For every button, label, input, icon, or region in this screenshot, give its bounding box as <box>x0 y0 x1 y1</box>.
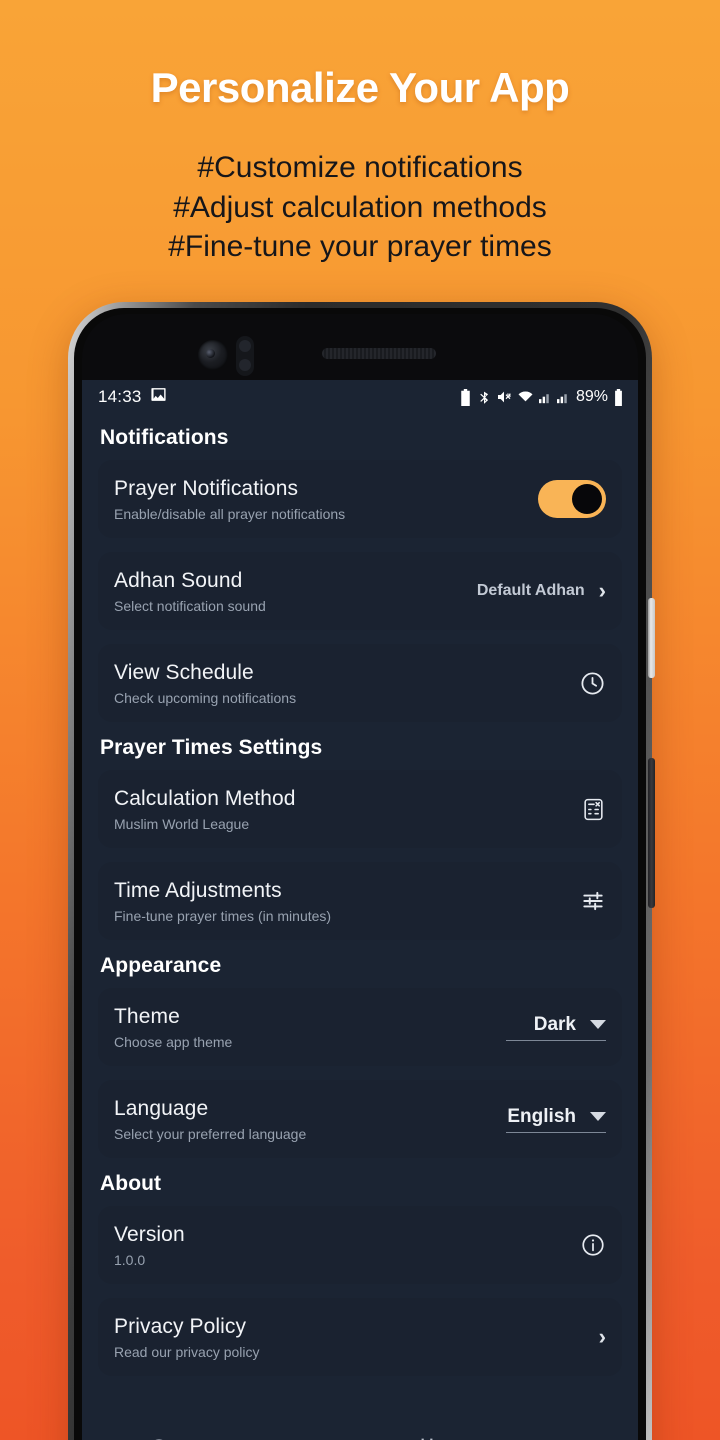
battery-icon <box>613 388 624 406</box>
phone-mockup: 14:33 89% Notifications Prayer Notificat… <box>68 302 655 1440</box>
setting-row-language[interactable]: Language Select your preferred language … <box>98 1080 622 1158</box>
nav-item-settings[interactable]: Settings <box>494 1437 628 1440</box>
section-title-about: About <box>100 1172 162 1195</box>
setting-row-adhan-sound[interactable]: Adhan Sound Select notification sound De… <box>98 552 622 630</box>
image-icon <box>150 386 167 408</box>
setting-title: Version <box>114 1222 185 1246</box>
setting-row-text: Version 1.0.0 <box>114 1223 185 1268</box>
setting-row-text: Theme Choose app theme <box>114 1005 232 1050</box>
setting-row-control: Default Adhan › <box>477 580 606 602</box>
setting-subtitle: Check upcoming notifications <box>114 689 297 706</box>
setting-row-time-adjustments[interactable]: Time Adjustments Fine-tune prayer times … <box>98 862 622 940</box>
setting-title: Theme <box>114 1004 180 1028</box>
bottom-navigation: Prayer Times Qibla Calendar <box>82 1420 638 1440</box>
promo-feature-line: #Adjust calculation methods <box>173 190 547 224</box>
setting-subtitle: Fine-tune prayer times (in minutes) <box>114 907 332 924</box>
phone-bezel: 14:33 89% Notifications Prayer Notificat… <box>74 308 646 1440</box>
setting-row-privacy-policy[interactable]: Privacy Policy Read our privacy policy › <box>98 1298 622 1376</box>
status-bar-clock: 14:33 <box>98 387 142 406</box>
setting-subtitle: Enable/disable all prayer notifications <box>114 505 346 522</box>
section-title-appearance: Appearance <box>100 954 222 977</box>
signal-icon <box>538 390 552 405</box>
dropdown-underline <box>506 1131 606 1133</box>
section-title-notifications: Notifications <box>100 426 229 449</box>
language-dropdown-row: English <box>507 1106 606 1128</box>
setting-title: Privacy Policy <box>114 1314 247 1338</box>
setting-title: Adhan Sound <box>114 568 243 592</box>
setting-row-theme[interactable]: Theme Choose app theme Dark <box>98 988 622 1066</box>
status-bar: 14:33 89% <box>82 380 638 414</box>
clock-icon <box>579 670 606 697</box>
chevron-down-icon <box>590 1020 606 1029</box>
setting-row-view-schedule[interactable]: View Schedule Check upcoming notificatio… <box>98 644 622 722</box>
setting-row-version[interactable]: Version 1.0.0 <box>98 1206 622 1284</box>
setting-title: Language <box>114 1096 209 1120</box>
promo-feature-line: #Customize notifications <box>197 151 523 184</box>
setting-subtitle: Select notification sound <box>114 597 266 614</box>
adhan-sound-value: Default Adhan <box>476 582 585 599</box>
phone-top-bezel <box>82 314 638 380</box>
settings-list[interactable]: Notifications Prayer Notifications Enabl… <box>82 414 638 1420</box>
mute-icon <box>496 389 512 405</box>
setting-title: Calculation Method <box>114 786 296 810</box>
gear-icon <box>548 1437 575 1440</box>
setting-row-text: View Schedule Check upcoming notificatio… <box>114 661 296 706</box>
setting-row-control <box>538 480 606 518</box>
bluetooth-icon <box>477 389 491 406</box>
language-value: English <box>507 1105 576 1127</box>
setting-row-calculation-method[interactable]: Calculation Method Muslim World League <box>98 770 622 848</box>
signal-icon <box>556 390 570 405</box>
language-dropdown[interactable]: English <box>506 1106 606 1133</box>
volume-button[interactable] <box>648 598 655 678</box>
setting-title: View Schedule <box>114 660 254 684</box>
theme-dropdown[interactable]: Dark <box>506 1014 606 1041</box>
status-bar-right: 89% <box>459 388 624 406</box>
setting-subtitle: Select your preferred language <box>114 1125 307 1142</box>
setting-title: Time Adjustments <box>114 878 282 902</box>
setting-subtitle: Choose app theme <box>114 1033 233 1050</box>
info-icon <box>580 1232 606 1258</box>
sensor-cluster-icon <box>236 336 254 376</box>
earpiece-speaker-icon <box>322 348 436 359</box>
promo-feature-list: #Customize notifications #Adjust calcula… <box>0 148 720 267</box>
setting-row-text: Prayer Notifications Enable/disable all … <box>114 477 345 522</box>
setting-row-text: Language Select your preferred language <box>114 1097 306 1142</box>
setting-row-prayer-notifications[interactable]: Prayer Notifications Enable/disable all … <box>98 460 622 538</box>
setting-subtitle: Muslim World League <box>114 815 250 832</box>
promo-header: Personalize Your App #Customize notifica… <box>0 0 720 267</box>
setting-row-text: Privacy Policy Read our privacy policy <box>114 1315 260 1360</box>
promo-feature-line: #Fine-tune your prayer times <box>168 230 552 264</box>
theme-dropdown-row: Dark <box>534 1014 606 1036</box>
battery-saver-icon <box>459 388 472 406</box>
setting-title: Prayer Notifications <box>114 476 299 500</box>
chevron-down-icon <box>590 1112 606 1121</box>
tune-icon <box>580 888 606 914</box>
dropdown-underline <box>506 1039 606 1041</box>
chevron-right-icon[interactable]: › <box>599 1326 606 1348</box>
chevron-right-icon[interactable]: › <box>599 580 606 602</box>
setting-row-control: › <box>599 1326 606 1348</box>
setting-row-text: Calculation Method Muslim World League <box>114 787 296 832</box>
promo-title: Personalize Your App <box>150 64 570 111</box>
battery-percent-label: 89% <box>575 388 608 405</box>
calculator-icon <box>581 797 606 822</box>
section-title-prayer-times-settings: Prayer Times Settings <box>100 736 323 759</box>
toggle-knob <box>572 484 602 514</box>
setting-subtitle: 1.0.0 <box>114 1251 146 1268</box>
setting-subtitle: Read our privacy policy <box>114 1343 260 1360</box>
theme-value: Dark <box>533 1013 576 1035</box>
wifi-icon <box>517 389 534 405</box>
power-button[interactable] <box>648 758 655 908</box>
prayer-notifications-toggle[interactable] <box>538 480 606 518</box>
status-bar-left: 14:33 <box>98 386 167 408</box>
app-screen: 14:33 89% Notifications Prayer Notificat… <box>82 380 638 1440</box>
setting-row-text: Adhan Sound Select notification sound <box>114 569 266 614</box>
phone-screen-glass: 14:33 89% Notifications Prayer Notificat… <box>82 314 638 1440</box>
setting-row-text: Time Adjustments Fine-tune prayer times … <box>114 879 331 924</box>
front-camera-icon <box>198 340 228 370</box>
